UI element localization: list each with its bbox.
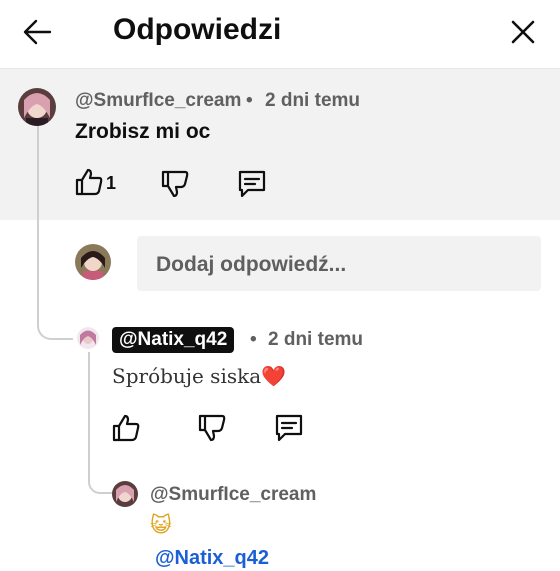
mention-link[interactable]: @Natix_q42 (155, 545, 269, 571)
thread-line (37, 126, 39, 316)
reply-separator: • (250, 329, 257, 350)
comment-text: Zrobisz mi oc (75, 120, 211, 143)
thumbs-up-icon (112, 414, 140, 442)
like-button[interactable] (110, 412, 142, 444)
reply-text-content: Spróbuje siska (112, 364, 262, 388)
reply-button[interactable] (236, 168, 268, 200)
reply-author-badge[interactable]: @Natix_q42 (112, 327, 235, 353)
close-button[interactable] (504, 14, 542, 50)
comment-author[interactable]: @SmurfIce_cream (75, 89, 241, 113)
thread-line-curve (88, 470, 112, 494)
reply-author[interactable]: @SmurfIce_cream (150, 483, 316, 507)
thread-line (88, 352, 90, 472)
thumbs-down-icon (198, 414, 226, 442)
page-title: Odpowiedzi (113, 13, 282, 46)
like-button[interactable] (73, 166, 105, 198)
cat-emoji: 😺 (150, 513, 172, 537)
comment-icon (238, 170, 266, 198)
reply-time: 2 dni temu (268, 329, 364, 350)
reply-placeholder: Dodaj odpowiedź... (156, 253, 347, 276)
back-button[interactable] (20, 14, 60, 50)
dislike-button[interactable] (196, 412, 228, 444)
like-count: 1 (106, 173, 117, 193)
reply-button[interactable] (273, 412, 305, 444)
comment-icon (275, 414, 303, 442)
close-icon (511, 20, 535, 44)
thumbs-up-icon (75, 168, 103, 196)
current-user-avatar (75, 244, 111, 280)
thread-line-curve (37, 314, 73, 340)
comment-time: 2 dni temu (265, 90, 361, 111)
avatar[interactable] (77, 327, 99, 349)
heart-emoji: ❤️ (261, 364, 287, 388)
comment-separator: • (246, 90, 253, 111)
reply-text: Spróbuje siska❤️ (112, 362, 286, 390)
avatar[interactable] (18, 88, 56, 126)
thumbs-down-icon (161, 170, 189, 198)
arrow-left-icon (23, 19, 52, 45)
dislike-button[interactable] (159, 168, 191, 200)
avatar[interactable] (112, 481, 138, 507)
